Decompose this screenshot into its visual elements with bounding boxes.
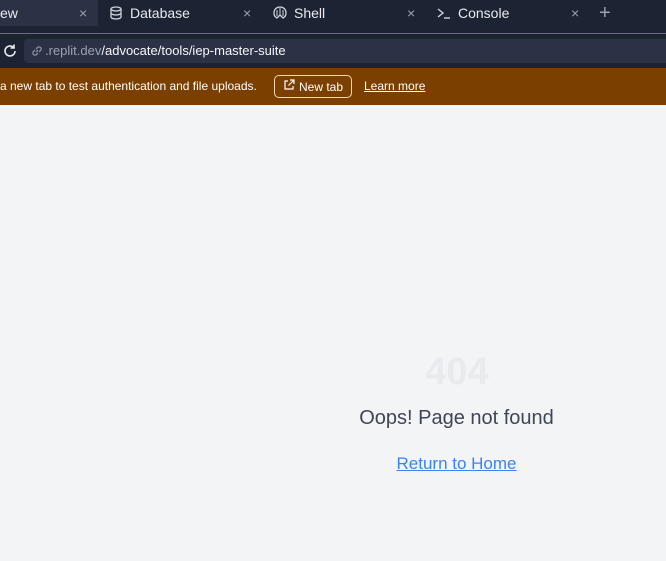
return-home-link[interactable]: Return to Home xyxy=(380,454,533,474)
external-link-icon xyxy=(283,79,295,94)
new-tab-button[interactable]: New tab xyxy=(274,75,352,98)
page-not-found-heading: Oops! Page not found xyxy=(359,407,554,429)
tab-shell-label: Shell xyxy=(294,5,326,21)
learn-more-link[interactable]: Learn more xyxy=(364,79,425,93)
error-code: 404 xyxy=(425,351,489,393)
tab-console-label: Console xyxy=(458,5,510,21)
tab-shell[interactable]: Shell × xyxy=(270,0,430,26)
reload-icon[interactable] xyxy=(2,43,18,59)
tab-webview-label: ew xyxy=(0,5,18,21)
tab-bar: ew × Database × Shell × Console × + xyxy=(0,0,666,34)
banner-message: a new tab to test authentication and fil… xyxy=(0,79,257,93)
info-banner: a new tab to test authentication and fil… xyxy=(0,68,666,105)
url-domain: .replit.dev xyxy=(45,43,102,58)
terminal-icon xyxy=(436,5,452,21)
tab-database-close-icon[interactable]: × xyxy=(243,5,251,21)
tab-database-label: Database xyxy=(130,5,190,21)
url-bar-row: .replit.dev/advocate/tools/iep-master-su… xyxy=(0,34,666,68)
tab-console[interactable]: Console × xyxy=(434,0,594,26)
database-icon xyxy=(108,5,124,21)
url-path: /advocate/tools/iep-master-suite xyxy=(101,43,286,58)
shell-icon xyxy=(272,5,288,21)
tab-console-close-icon[interactable]: × xyxy=(571,5,579,21)
url-text: .replit.dev/advocate/tools/iep-master-su… xyxy=(45,43,286,58)
link-icon xyxy=(30,44,44,58)
tab-database[interactable]: Database × xyxy=(106,0,266,26)
page-content: 404 Oops! Page not found Return to Home xyxy=(0,105,666,561)
new-tab-plus-icon[interactable]: + xyxy=(599,2,611,24)
tab-shell-close-icon[interactable]: × xyxy=(407,5,415,21)
url-input[interactable]: .replit.dev/advocate/tools/iep-master-su… xyxy=(24,39,666,63)
new-tab-button-label: New tab xyxy=(298,79,344,94)
tab-webview[interactable]: ew × xyxy=(0,0,98,26)
tab-webview-close-icon[interactable]: × xyxy=(79,5,87,21)
